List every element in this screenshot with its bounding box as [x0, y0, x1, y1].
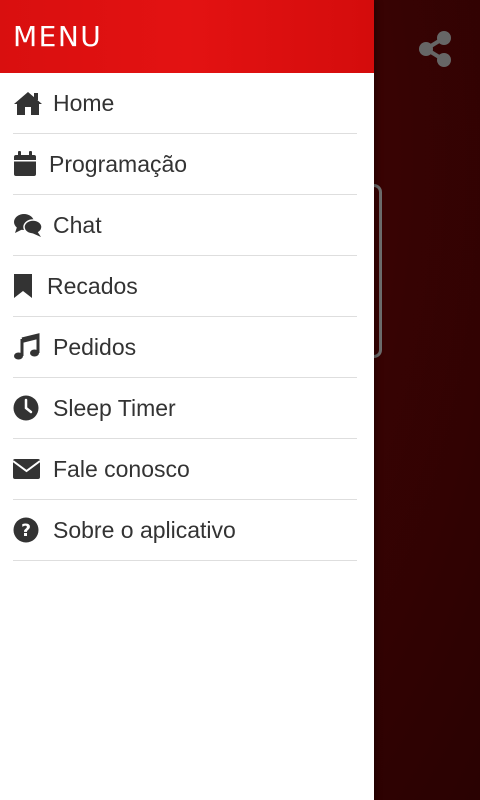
menu-item-label: Recados — [47, 272, 138, 299]
svg-text:?: ? — [21, 521, 31, 541]
menu-item-programacao[interactable]: Programação — [13, 134, 357, 195]
navigation-drawer: MENU Home Programação Chat Recados Pedid… — [0, 0, 374, 800]
menu-item-pedidos[interactable]: Pedidos — [13, 317, 357, 378]
menu-item-sobre[interactable]: ? Sobre o aplicativo — [13, 500, 357, 561]
drawer-title: MENU — [13, 20, 103, 53]
share-button[interactable] — [412, 26, 458, 72]
menu-item-label: Home — [53, 89, 115, 116]
menu-item-fale-conosco[interactable]: Fale conosco — [13, 439, 357, 500]
question-icon: ? — [13, 515, 43, 545]
clock-icon — [13, 393, 43, 423]
menu-item-label: Sleep Timer — [53, 394, 176, 421]
chat-icon — [13, 210, 43, 240]
menu-item-recados[interactable]: Recados — [13, 256, 357, 317]
calendar-icon — [13, 149, 37, 179]
menu-item-label: Fale conosco — [53, 455, 190, 482]
music-icon — [13, 332, 43, 362]
home-icon — [13, 88, 43, 118]
drawer-header: MENU — [0, 0, 374, 73]
menu-item-sleep-timer[interactable]: Sleep Timer — [13, 378, 357, 439]
share-icon — [419, 31, 451, 67]
envelope-icon — [13, 454, 43, 484]
bookmark-icon — [13, 271, 35, 301]
app-screen: MENU Home Programação Chat Recados Pedid… — [0, 0, 480, 800]
menu-item-chat[interactable]: Chat — [13, 195, 357, 256]
menu-item-label: Sobre o aplicativo — [53, 516, 236, 543]
menu-item-home[interactable]: Home — [13, 73, 357, 134]
menu-item-label: Pedidos — [53, 333, 137, 360]
menu-list: Home Programação Chat Recados Pedidos Sl… — [0, 73, 374, 561]
menu-item-label: Programação — [49, 150, 188, 177]
menu-item-label: Chat — [53, 211, 102, 238]
